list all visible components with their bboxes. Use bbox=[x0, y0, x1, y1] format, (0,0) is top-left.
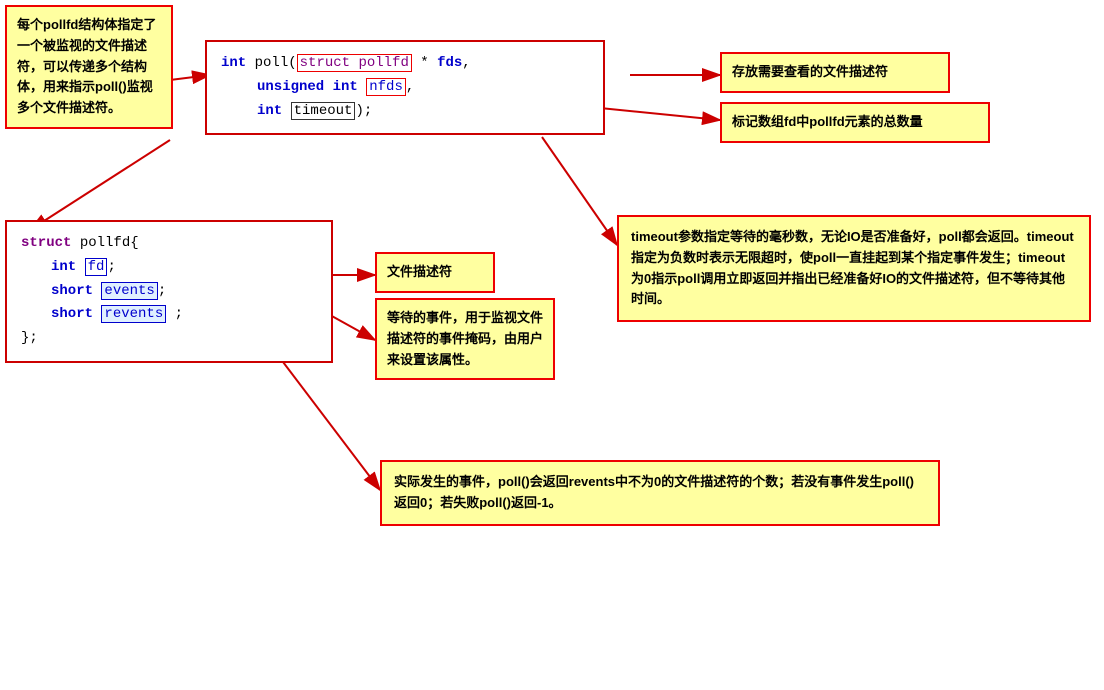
note-events-field: 等待的事件，用于监视文件描述符的事件掩码，由用户来设置该属性。 bbox=[375, 298, 555, 380]
poll-signature-line3: int timeout); bbox=[221, 100, 589, 124]
poll-signature-line1: int poll(struct pollfd * fds, bbox=[221, 52, 589, 76]
note-pollfd-struct: 每个pollfd结构体指定了一个被监视的文件描述符，可以传递多个结构体，用来指示… bbox=[5, 5, 173, 129]
struct-line3: short events; bbox=[21, 280, 317, 304]
struct-line5: }; bbox=[21, 327, 317, 351]
struct-line4: short revents ; bbox=[21, 303, 317, 327]
struct-pollfd-box: struct pollfd{ int fd; short events; sho… bbox=[5, 220, 333, 363]
note-revents-field: 实际发生的事件，poll()会返回revents中不为0的文件描述符的个数；若没… bbox=[380, 460, 940, 526]
poll-signature-box: int poll(struct pollfd * fds, unsigned i… bbox=[205, 40, 605, 135]
note-timeout: timeout参数指定等待的毫秒数，无论IO是否准备好，poll都会返回。tim… bbox=[617, 215, 1091, 322]
struct-line1: struct pollfd{ bbox=[21, 232, 317, 256]
struct-line2: int fd; bbox=[21, 256, 317, 280]
diagram-container: 每个pollfd结构体指定了一个被监视的文件描述符，可以传递多个结构体，用来指示… bbox=[0, 0, 1104, 690]
note-fd-field: 文件描述符 bbox=[375, 252, 495, 293]
note-nfds: 标记数组fd中pollfd元素的总数量 bbox=[720, 102, 990, 143]
poll-signature-line2: unsigned int nfds, bbox=[221, 76, 589, 100]
note-fds: 存放需要查看的文件描述符 bbox=[720, 52, 950, 93]
